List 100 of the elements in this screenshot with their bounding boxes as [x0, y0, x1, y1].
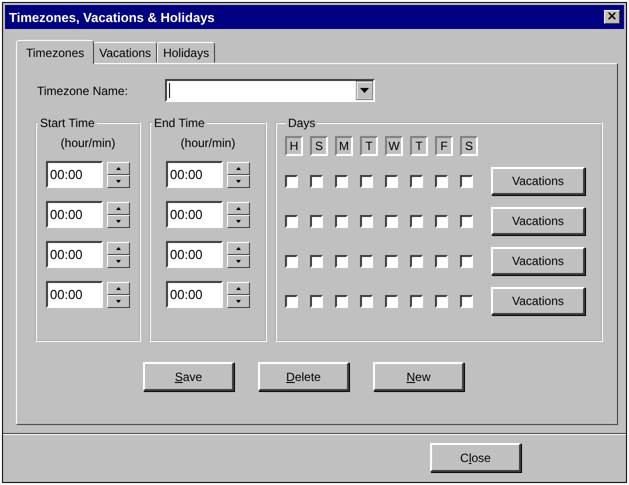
- time-field[interactable]: 00:00: [166, 241, 223, 268]
- time-field[interactable]: 00:00: [46, 161, 103, 188]
- down-arrow-icon: [236, 180, 241, 182]
- day-toggle[interactable]: W: [385, 136, 403, 156]
- spin-up-button[interactable]: [227, 282, 250, 294]
- timezone-name-label: Timezone Name:: [36, 84, 129, 98]
- day-checkbox[interactable]: [385, 294, 398, 308]
- time-field[interactable]: 00:00: [46, 281, 103, 308]
- spin-up-button[interactable]: [227, 202, 250, 214]
- day-checkbox[interactable]: [285, 294, 298, 308]
- day-checkbox[interactable]: [310, 214, 323, 228]
- spin-down-button[interactable]: [227, 174, 250, 188]
- down-arrow-icon: [236, 300, 241, 302]
- time-field[interactable]: 00:00: [46, 241, 103, 268]
- timezone-name-dropdown[interactable]: [165, 79, 375, 102]
- day-checkbox[interactable]: [410, 174, 423, 188]
- day-checkbox[interactable]: [435, 254, 448, 268]
- group-title: Start Time: [39, 116, 96, 130]
- day-checkbox[interactable]: [385, 254, 398, 268]
- day-checkbox[interactable]: [385, 214, 398, 228]
- down-arrow-icon: [116, 220, 121, 222]
- down-arrow-icon: [236, 220, 241, 222]
- day-checkbox[interactable]: [285, 214, 298, 228]
- time-field[interactable]: 00:00: [166, 201, 223, 228]
- new-button[interactable]: New: [373, 362, 464, 391]
- up-arrow-icon: [236, 246, 241, 250]
- day-checkbox[interactable]: [285, 254, 298, 268]
- day-checkbox[interactable]: [360, 254, 373, 268]
- spin-down-button[interactable]: [107, 214, 130, 228]
- time-field[interactable]: 00:00: [166, 281, 223, 308]
- close-icon[interactable]: ×: [604, 10, 620, 24]
- format-hint: (hour/min): [180, 136, 236, 150]
- spin-down-button[interactable]: [227, 294, 250, 308]
- format-hint: (hour/min): [60, 136, 116, 150]
- day-checkbox[interactable]: [460, 294, 473, 308]
- time-field[interactable]: 00:00: [46, 201, 103, 228]
- tab[interactable]: Holidays: [157, 42, 216, 63]
- close-button[interactable]: Close: [430, 443, 521, 472]
- day-checkbox[interactable]: [435, 174, 448, 188]
- vacations-button[interactable]: Vacations: [491, 287, 585, 315]
- vacations-button[interactable]: Vacations: [491, 247, 585, 275]
- spin-up-button[interactable]: [227, 162, 250, 174]
- up-arrow-icon: [236, 206, 241, 210]
- day-checkbox[interactable]: [310, 174, 323, 188]
- spin-up-button[interactable]: [107, 282, 130, 294]
- day-checkbox[interactable]: [460, 174, 473, 188]
- group-title: End Time: [153, 116, 206, 130]
- up-arrow-icon: [236, 286, 241, 290]
- day-checkbox[interactable]: [460, 254, 473, 268]
- spin-up-button[interactable]: [227, 242, 250, 254]
- day-checkbox[interactable]: [310, 294, 323, 308]
- spin-down-button[interactable]: [107, 254, 130, 268]
- day-toggle[interactable]: F: [435, 136, 453, 156]
- day-checkbox[interactable]: [435, 294, 448, 308]
- up-arrow-icon: [116, 246, 121, 250]
- spin-up-button[interactable]: [107, 162, 130, 174]
- spin-up-button[interactable]: [107, 242, 130, 254]
- tab[interactable]: Timezones: [16, 40, 94, 64]
- day-checkbox[interactable]: [335, 254, 348, 268]
- spin-down-button[interactable]: [227, 214, 250, 228]
- spin-down-button[interactable]: [107, 174, 130, 188]
- day-checkbox[interactable]: [385, 174, 398, 188]
- day-toggle[interactable]: T: [360, 136, 378, 156]
- time-field[interactable]: 00:00: [166, 161, 223, 188]
- day-checkbox[interactable]: [460, 214, 473, 228]
- down-arrow-icon: [116, 260, 121, 262]
- day-checkbox[interactable]: [410, 254, 423, 268]
- spin-down-button[interactable]: [227, 254, 250, 268]
- up-arrow-icon: [116, 206, 121, 210]
- day-toggle[interactable]: H: [285, 136, 303, 156]
- day-checkbox[interactable]: [310, 254, 323, 268]
- day-checkbox[interactable]: [335, 214, 348, 228]
- day-checkbox[interactable]: [435, 214, 448, 228]
- day-checkbox[interactable]: [410, 294, 423, 308]
- save-button[interactable]: Save: [143, 362, 234, 391]
- day-toggle[interactable]: S: [460, 136, 478, 156]
- day-toggle[interactable]: M: [335, 136, 353, 156]
- day-toggle[interactable]: S: [310, 136, 328, 156]
- delete-button[interactable]: Delete: [258, 362, 349, 391]
- day-checkbox[interactable]: [335, 294, 348, 308]
- dropdown-arrow-icon[interactable]: [356, 81, 373, 100]
- down-arrow-icon: [116, 180, 121, 182]
- spin-up-button[interactable]: [107, 202, 130, 214]
- text-cursor-icon: [169, 83, 170, 98]
- spin-down-button[interactable]: [107, 294, 130, 308]
- day-checkbox[interactable]: [360, 174, 373, 188]
- day-checkbox[interactable]: [360, 214, 373, 228]
- down-arrow-icon: [236, 260, 241, 262]
- up-arrow-icon: [116, 286, 121, 290]
- day-toggle[interactable]: T: [410, 136, 428, 156]
- day-checkbox[interactable]: [410, 214, 423, 228]
- vacations-button[interactable]: Vacations: [491, 167, 585, 195]
- day-checkbox[interactable]: [360, 294, 373, 308]
- vacations-button[interactable]: Vacations: [491, 207, 585, 235]
- tab[interactable]: Vacations: [93, 42, 158, 63]
- day-checkbox[interactable]: [285, 174, 298, 188]
- day-checkbox[interactable]: [335, 174, 348, 188]
- window-title: Timezones, Vacations & Holidays: [9, 10, 215, 24]
- up-arrow-icon: [116, 166, 121, 170]
- down-arrow-icon: [116, 300, 121, 302]
